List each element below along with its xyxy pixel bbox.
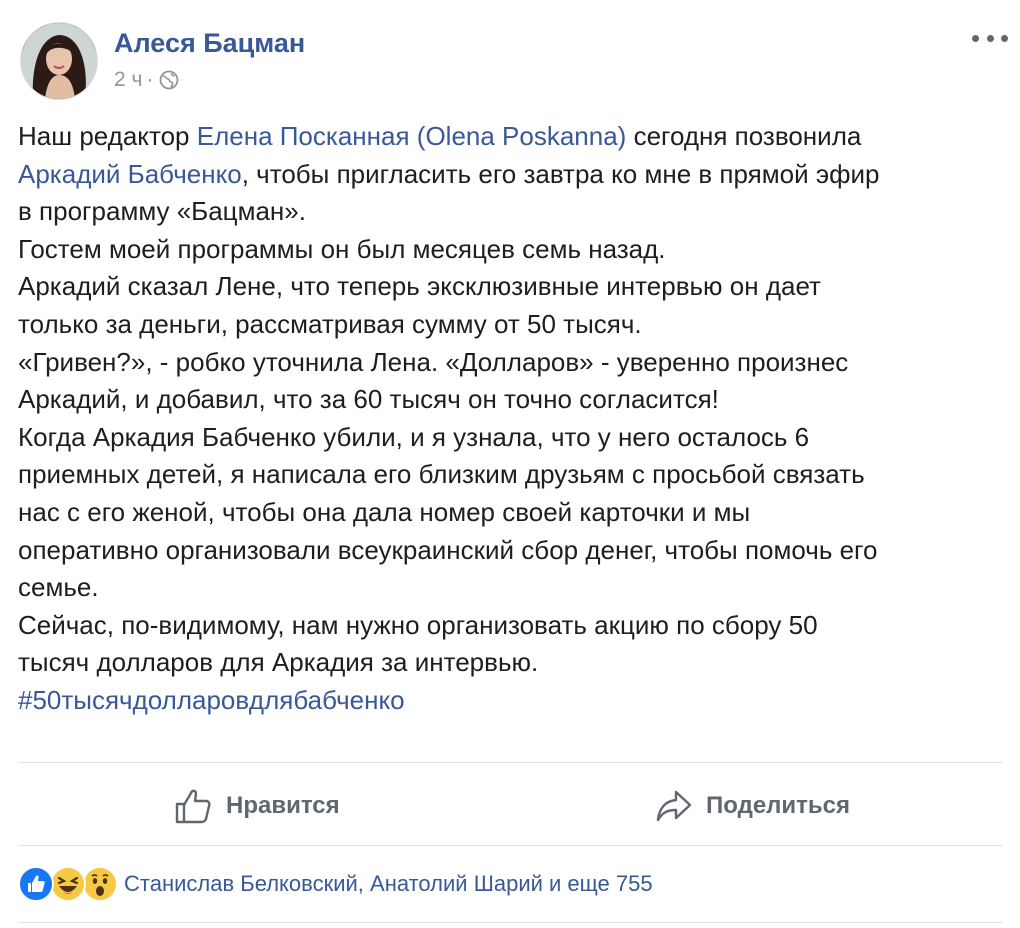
- globe-icon[interactable]: [159, 70, 179, 90]
- share-label: Поделиться: [706, 792, 851, 819]
- post-text-segment: нас с его женой, чтобы она дала номер св…: [18, 496, 751, 527]
- post-text-line: «Гривен?», - робко уточнила Лена. «Долла…: [18, 344, 1013, 382]
- post-text-line: нас с его женой, чтобы она дала номер св…: [18, 494, 1013, 532]
- wow-reaction-icon: [82, 866, 118, 902]
- like-reaction-icon: [18, 866, 54, 902]
- post-text-line: тысяч долларов для Аркадия за интервью.: [18, 644, 1013, 682]
- post-text-segment: Сейчас, по-видимому, нам нужно организов…: [18, 609, 818, 640]
- reactions-bar[interactable]: Станислав Белковский, Анатолий Шарий и е…: [18, 866, 653, 902]
- post-text-line: Когда Аркадия Бабченко убили, и я узнала…: [18, 419, 1013, 457]
- post-text-line: семье.: [18, 569, 1013, 607]
- post-text-segment: Гостем моей программы он был месяцев сем…: [18, 233, 666, 264]
- post-text-segment: сегодня позвонила: [626, 121, 862, 151]
- post-text-line: Наш редактор Елена Посканная (Olena Posk…: [18, 118, 1013, 156]
- like-label: Нравится: [226, 792, 340, 819]
- post-time[interactable]: 2 ч: [114, 68, 142, 92]
- meta-separator: ·: [146, 68, 154, 91]
- post-text-line: Сейчас, по-видимому, нам нужно организов…: [18, 607, 1013, 645]
- share-arrow-icon: [656, 790, 692, 822]
- post-text-line: Гостем моей программы он был месяцев сем…: [18, 231, 1013, 269]
- divider-middle: [18, 845, 1002, 846]
- post-meta: 2 ч ·: [114, 68, 179, 92]
- author-avatar[interactable]: [20, 22, 98, 100]
- more-options-icon[interactable]: [972, 28, 1008, 48]
- hashtag-link[interactable]: #50тысячдолларовдлябабченко: [18, 685, 405, 715]
- post-text-segment: Аркадий, и добавил, что за 60 тысяч он т…: [18, 384, 719, 415]
- post-text-line: приемных детей, я написала его близким д…: [18, 456, 1013, 494]
- haha-reaction-icon: [50, 866, 86, 902]
- post-text-line: Аркадий, и добавил, что за 60 тысяч он т…: [18, 381, 1013, 419]
- post-text-segment: «Гривен?», - робко уточнила Лена. «Долла…: [18, 346, 849, 377]
- post-text-segment: в программу «Бацман».: [18, 196, 306, 227]
- post-text-segment: , чтобы пригласить его завтра ко мне в п…: [241, 158, 880, 189]
- post-text: Наш редактор Елена Посканная (Olena Posk…: [18, 118, 1013, 720]
- post-text-segment: тысяч долларов для Аркадия за интервью.: [18, 647, 539, 678]
- post-text-segment: Наш редактор: [18, 121, 197, 151]
- share-button[interactable]: Поделиться: [656, 780, 850, 832]
- post-text-segment: только за деньги, рассматривая сумму от …: [18, 308, 642, 339]
- like-button[interactable]: Нравится: [174, 780, 340, 832]
- post-text-line: оперативно организовали всеукраинский сб…: [18, 532, 1013, 570]
- post-text-line: только за деньги, рассматривая сумму от …: [18, 306, 1013, 344]
- author-name[interactable]: Алеся Бацман: [114, 28, 305, 59]
- post-text-segment: оперативно организовали всеукраинский сб…: [18, 534, 878, 565]
- post-text-line: Аркадий сказал Лене, что теперь эксклюзи…: [18, 268, 1013, 306]
- post-text-segment: приемных детей, я написала его близким д…: [18, 459, 865, 490]
- post-text-line: в программу «Бацман».: [18, 193, 1013, 231]
- post-text-line: #50тысячдолларовдлябабченко: [18, 682, 1013, 720]
- divider-top: [18, 762, 1002, 763]
- post-text-segment: Аркадий сказал Лене, что теперь эксклюзи…: [18, 271, 821, 302]
- avatar-portrait: [21, 23, 97, 99]
- mention-link[interactable]: Аркадий Бабченко: [18, 159, 242, 189]
- thumbs-up-icon: [175, 789, 211, 824]
- reactions-summary[interactable]: Станислав Белковский, Анатолий Шарий и е…: [124, 871, 653, 897]
- post-text-segment: Когда Аркадия Бабченко убили, и я узнала…: [18, 421, 810, 452]
- post-text-segment: семье.: [18, 572, 99, 603]
- mention-link[interactable]: Елена Посканная (Olena Poskanna): [197, 121, 627, 151]
- post-text-line: Аркадий Бабченко, чтобы пригласить его з…: [18, 156, 1013, 194]
- facebook-post: Алеся Бацман 2 ч · Наш редактор Елена По…: [0, 0, 1020, 928]
- divider-bottom: [18, 922, 1002, 923]
